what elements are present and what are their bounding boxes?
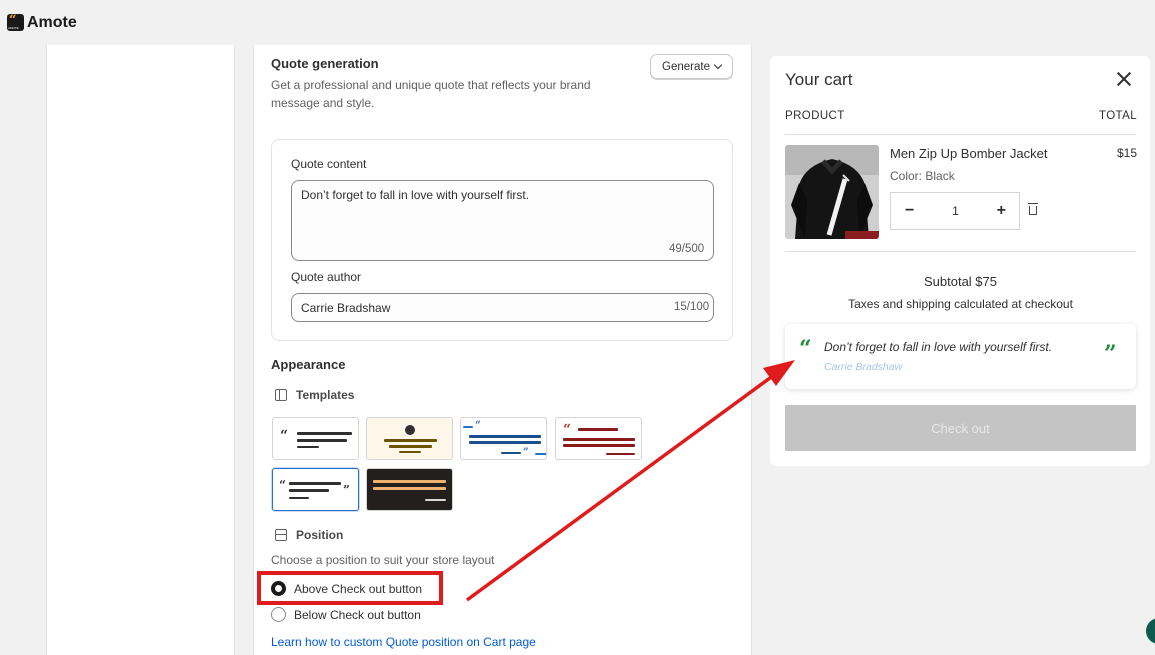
col-product-header: PRODUCT bbox=[785, 110, 845, 122]
quote-content-label: Quote content bbox=[291, 157, 367, 171]
highlight-annotation-box bbox=[257, 571, 443, 605]
position-heading: Position bbox=[275, 528, 343, 542]
appearance-title: Appearance bbox=[271, 357, 346, 372]
checkout-button-label: Check out bbox=[931, 420, 990, 436]
app-name: Amote bbox=[27, 13, 77, 31]
quote-generation-title: Quote generation bbox=[271, 56, 379, 71]
template-option-1[interactable]: “ bbox=[272, 417, 359, 460]
learn-quote-position-link[interactable]: Learn how to custom Quote position on Ca… bbox=[271, 635, 536, 649]
template-option-6[interactable] bbox=[366, 468, 453, 511]
layout-icon bbox=[275, 529, 287, 541]
cart-quote-author: Carrie Bradshaw bbox=[824, 361, 903, 373]
chevron-down-icon bbox=[713, 60, 723, 70]
template-option-2[interactable] bbox=[366, 417, 453, 460]
close-icon[interactable] bbox=[1116, 71, 1132, 87]
quote-content-textarea[interactable]: Don’t forget to fall in love with yourse… bbox=[291, 180, 714, 261]
position-option-below-label: Below Check out button bbox=[294, 607, 421, 622]
template-option-3[interactable]: “ ” bbox=[460, 417, 547, 460]
trash-icon[interactable] bbox=[1028, 203, 1038, 215]
position-description: Choose a position to suit your store lay… bbox=[271, 553, 495, 567]
product-variant: Color: Black bbox=[890, 169, 955, 183]
quote-generation-description: Get a professional and unique quote that… bbox=[271, 78, 591, 110]
quote-open-icon: “ bbox=[799, 336, 812, 362]
position-option-below[interactable]: Below Check out button bbox=[271, 607, 421, 622]
quote-close-icon: ” bbox=[1104, 341, 1117, 367]
product-image bbox=[785, 145, 879, 239]
col-total-header: TOTAL bbox=[1099, 110, 1137, 122]
quote-content-counter: 49/500 bbox=[669, 243, 705, 255]
radio-below[interactable] bbox=[271, 607, 286, 622]
templates-heading: Templates bbox=[275, 388, 354, 402]
quote-author-counter: 15/100 bbox=[674, 301, 710, 313]
generate-button[interactable]: Generate bbox=[650, 54, 733, 79]
checkout-button[interactable]: Check out bbox=[785, 405, 1136, 451]
left-sidebar-panel bbox=[46, 45, 235, 655]
cart-title: Your cart bbox=[785, 70, 853, 89]
cart-taxes-note: Taxes and shipping calculated at checkou… bbox=[848, 297, 1073, 311]
cart-subtotal: Subtotal $75 bbox=[923, 274, 997, 289]
quantity-stepper: − 1 + bbox=[890, 192, 1020, 230]
book-icon bbox=[275, 389, 287, 401]
quantity-value[interactable]: 1 bbox=[952, 204, 959, 218]
cart-quote-card bbox=[785, 324, 1136, 389]
chat-launcher-icon[interactable] bbox=[1146, 618, 1155, 644]
template-option-5[interactable]: “ ” bbox=[272, 468, 359, 511]
cart-divider bbox=[785, 251, 1136, 252]
product-price: $15 bbox=[1117, 146, 1138, 160]
cart-quote-text: Don’t forget to fall in love with yourse… bbox=[824, 340, 1053, 354]
position-label: Position bbox=[296, 528, 344, 542]
quote-author-input[interactable]: Carrie Bradshaw bbox=[291, 293, 714, 322]
plus-icon[interactable]: + bbox=[997, 202, 1006, 220]
minus-icon[interactable]: − bbox=[905, 202, 914, 220]
generate-button-label: Generate bbox=[662, 60, 710, 73]
top-bar: “AMOTE Amote bbox=[0, 0, 1155, 45]
amote-logo-icon: “AMOTE bbox=[7, 14, 24, 31]
product-name[interactable]: Men Zip Up Bomber Jacket bbox=[890, 146, 1048, 161]
templates-label: Templates bbox=[296, 388, 355, 402]
quote-author-label: Quote author bbox=[291, 270, 362, 284]
template-option-4[interactable]: “ bbox=[555, 417, 642, 460]
quote-author-value: Carrie Bradshaw bbox=[301, 300, 391, 315]
cart-divider bbox=[785, 134, 1136, 135]
